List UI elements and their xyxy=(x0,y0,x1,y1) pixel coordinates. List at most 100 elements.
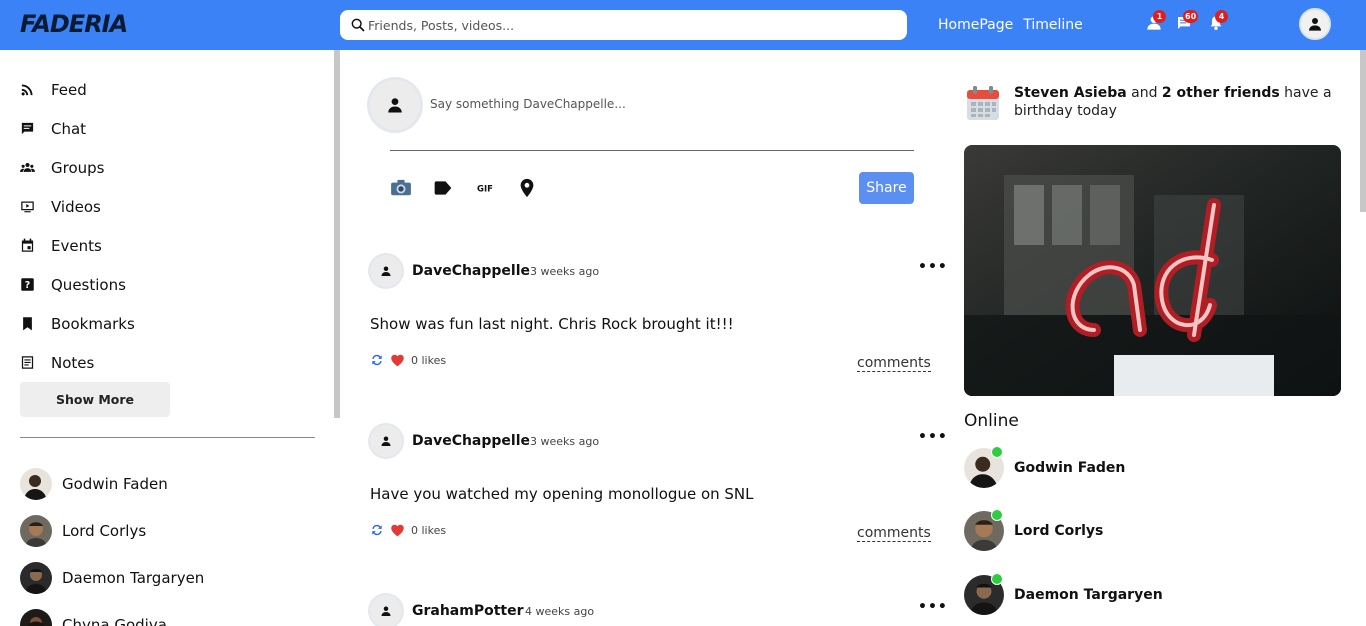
video-icon xyxy=(20,198,38,216)
messages-button[interactable]: 60 xyxy=(1176,10,1199,33)
post-text: Show was fun last night. Chris Rock brou… xyxy=(370,315,734,333)
friend-item-godwin-faden[interactable]: Godwin Faden xyxy=(20,460,204,507)
friend-name: Daemon Targaryen xyxy=(62,568,205,587)
sidebar-item-label: Questions xyxy=(51,275,126,294)
online-status-dot xyxy=(991,573,1003,585)
online-friend-godwin-faden[interactable]: Godwin Faden xyxy=(964,446,1126,488)
birthday-name[interactable]: Steven Asieba xyxy=(1014,85,1127,101)
notes-icon xyxy=(20,354,38,372)
post-timestamp: 3 weeks ago xyxy=(530,435,600,448)
tag-icon[interactable] xyxy=(432,178,454,198)
friend-name: Lord Corlys xyxy=(62,521,147,540)
post-text: Have you watched my opening monollogue o… xyxy=(370,485,754,503)
sidebar-item-notes[interactable]: Notes xyxy=(20,343,135,382)
heart-icon[interactable] xyxy=(390,353,405,367)
birthday-others[interactable]: 2 other friends xyxy=(1162,85,1280,101)
friend-item-daemon-targaryen[interactable]: Daemon Targaryen xyxy=(20,554,204,601)
notifications-button[interactable]: 4 xyxy=(1208,10,1228,33)
online-friend-name: Godwin Faden xyxy=(1014,460,1126,476)
profile-avatar[interactable] xyxy=(1299,8,1331,40)
post-author-avatar[interactable] xyxy=(370,255,402,287)
online-status-dot xyxy=(991,509,1003,521)
search-bar[interactable] xyxy=(340,10,907,40)
notifications-badge: 4 xyxy=(1215,10,1228,23)
sidebar-divider xyxy=(20,437,315,438)
right-panel: Steven Asieba and 2 other friends have a… xyxy=(954,50,1366,626)
friend-name: Chyna Godiva xyxy=(62,615,167,626)
avatar xyxy=(20,608,52,626)
sidebar-item-label: Videos xyxy=(51,197,101,216)
top-navbar: FADERIA HomePage Timeline 1 60 4 xyxy=(0,0,1366,50)
avatar xyxy=(964,573,1004,615)
refresh-icon[interactable] xyxy=(370,523,384,537)
post-comments-link[interactable]: comments xyxy=(857,355,931,372)
sidebar-item-bookmarks[interactable]: Bookmarks xyxy=(20,304,135,343)
left-sidebar: Feed Chat Groups Videos Events ? Questio… xyxy=(0,50,340,626)
post-timestamp: 3 weeks ago xyxy=(530,265,600,278)
post-likes-count: 0 likes xyxy=(411,523,447,537)
online-friend-name: Daemon Targaryen xyxy=(1014,587,1163,603)
post-composer-input[interactable] xyxy=(430,97,850,111)
sidebar-item-label: Bookmarks xyxy=(51,314,135,333)
friend-list: Godwin Faden Lord Corlys Daemon Targarye… xyxy=(20,460,204,626)
svg-text:?: ? xyxy=(25,280,30,291)
bookmark-icon xyxy=(20,315,38,333)
post-timestamp: 4 weeks ago xyxy=(525,605,595,618)
post-comments-link[interactable]: comments xyxy=(857,525,931,542)
sidebar-item-videos[interactable]: Videos xyxy=(20,187,135,226)
sidebar-item-questions[interactable]: ? Questions xyxy=(20,265,135,304)
timeline-link[interactable]: Timeline xyxy=(1023,17,1083,33)
sidebar-item-chat[interactable]: Chat xyxy=(20,109,135,148)
sidebar-item-label: Chat xyxy=(51,119,87,138)
avatar xyxy=(964,509,1004,551)
sidebar-item-feed[interactable]: Feed xyxy=(20,70,135,109)
sidebar-item-groups[interactable]: Groups xyxy=(20,148,135,187)
search-input[interactable] xyxy=(368,17,888,33)
post-more-icon[interactable]: ••• xyxy=(918,429,948,445)
messages-badge: 60 xyxy=(1183,10,1199,23)
camera-icon[interactable] xyxy=(390,178,412,198)
avatar xyxy=(20,561,52,594)
online-friend-lord-corlys[interactable]: Lord Corlys xyxy=(964,509,1104,551)
avatar xyxy=(20,514,52,547)
user-icon xyxy=(381,606,391,616)
post-more-icon[interactable]: ••• xyxy=(918,259,948,275)
heart-icon[interactable] xyxy=(390,523,405,537)
online-title: Online xyxy=(964,411,1019,431)
friend-requests-button[interactable]: 1 xyxy=(1146,10,1166,33)
sidebar-item-events[interactable]: Events xyxy=(20,226,135,265)
svg-text:GIF: GIF xyxy=(477,185,493,195)
refresh-icon[interactable] xyxy=(370,353,384,367)
post-author-avatar[interactable] xyxy=(370,595,402,626)
app-logo[interactable]: FADERIA xyxy=(20,10,128,38)
birthday-connector: and xyxy=(1126,85,1162,101)
show-more-button[interactable]: Show More xyxy=(20,382,170,417)
post-more-icon[interactable]: ••• xyxy=(918,599,948,615)
share-button[interactable]: Share xyxy=(859,172,914,204)
post-actions: 0 likes xyxy=(370,523,446,537)
post-author-name[interactable]: DaveChappelle xyxy=(412,433,530,449)
user-icon xyxy=(1309,18,1321,31)
page-scrollbar[interactable] xyxy=(1360,50,1366,212)
post-actions: 0 likes xyxy=(370,353,446,367)
online-friend-name: Lord Corlys xyxy=(1014,523,1104,539)
post-author-name[interactable]: DaveChappelle xyxy=(412,263,530,279)
advertisement-image[interactable] xyxy=(964,145,1341,396)
post-likes-count: 0 likes xyxy=(411,353,447,367)
homepage-link[interactable]: HomePage xyxy=(938,17,1013,33)
friend-requests-badge: 1 xyxy=(1153,10,1166,23)
calendar-icon xyxy=(20,237,38,255)
online-status-dot xyxy=(991,446,1003,458)
location-icon[interactable] xyxy=(516,178,538,198)
online-friend-daemon-targaryen[interactable]: Daemon Targaryen xyxy=(964,573,1163,615)
groups-icon xyxy=(20,159,38,177)
avatar xyxy=(964,446,1004,488)
user-icon xyxy=(388,98,402,113)
friend-item-lord-corlys[interactable]: Lord Corlys xyxy=(20,507,204,554)
gif-icon[interactable]: GIF xyxy=(474,178,496,198)
post-author-name[interactable]: GrahamPotter xyxy=(412,603,524,619)
search-icon xyxy=(351,18,365,32)
friend-item-chyna-godiva[interactable]: Chyna Godiva xyxy=(20,601,204,626)
post-author-avatar[interactable] xyxy=(370,425,402,457)
sidebar-item-label: Feed xyxy=(51,80,87,99)
